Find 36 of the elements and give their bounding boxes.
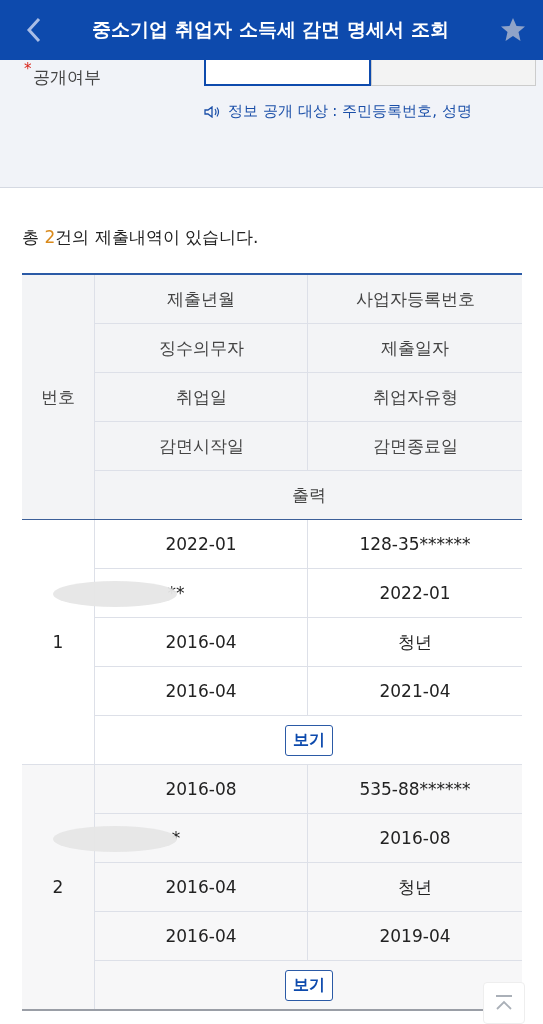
speaker-icon <box>204 105 220 118</box>
column-header: 취업자유형 <box>371 385 459 409</box>
table-cell: 2016-08 <box>95 765 308 813</box>
table-cell: 2022-01 <box>95 520 308 568</box>
table-cell-text: 2022-01 <box>378 582 452 605</box>
table-cell: 2016-04 <box>95 912 308 960</box>
column-header: 취업일 <box>95 373 308 421</box>
required-mark: * <box>24 60 32 78</box>
table-cell: 2016-04 <box>95 667 308 715</box>
column-header: 제출년월 <box>95 275 308 323</box>
option-button[interactable] <box>204 60 371 86</box>
table-cell-text: 535-88****** <box>358 778 472 801</box>
column-header: 출력 <box>290 483 327 507</box>
table-cell-text: 2016-08 <box>378 827 452 850</box>
field-label: 공개여부 <box>32 66 101 89</box>
column-header: 징수의무자 <box>95 324 308 372</box>
view-button[interactable]: 보기 <box>284 724 333 756</box>
table-cell-text: 2021-04 <box>378 680 452 703</box>
table-cell-text: 청년 <box>397 875 433 899</box>
view-button[interactable]: 보기 <box>284 969 333 1001</box>
table-cell-text: 128-35****** <box>358 533 472 556</box>
notice-text: 정보 공개 대상 : 주민등록번호, 성명 <box>228 102 472 121</box>
table-cell: 2016-04 <box>95 863 308 911</box>
column-header: 제출일자 <box>380 336 450 360</box>
back-icon[interactable] <box>26 17 42 43</box>
result-summary: 총 2건의 제출내역이 있습니다. <box>22 226 260 249</box>
column-header: 사업자등록번호 <box>354 287 476 311</box>
column-header: 번호 <box>22 275 95 519</box>
table-cell-text: 청년 <box>397 630 433 654</box>
scroll-top-icon <box>494 995 514 1011</box>
scroll-top-button[interactable] <box>483 982 525 1024</box>
table-cell-text: 2019-04 <box>378 925 452 948</box>
column-header: 감면시작일 <box>95 422 308 470</box>
table-cell: 2016-04 <box>95 618 308 666</box>
column-header: 감면종료일 <box>371 434 459 458</box>
page-title: 중소기업 취업자 소득세 감면 명세서 조회 <box>92 17 449 42</box>
